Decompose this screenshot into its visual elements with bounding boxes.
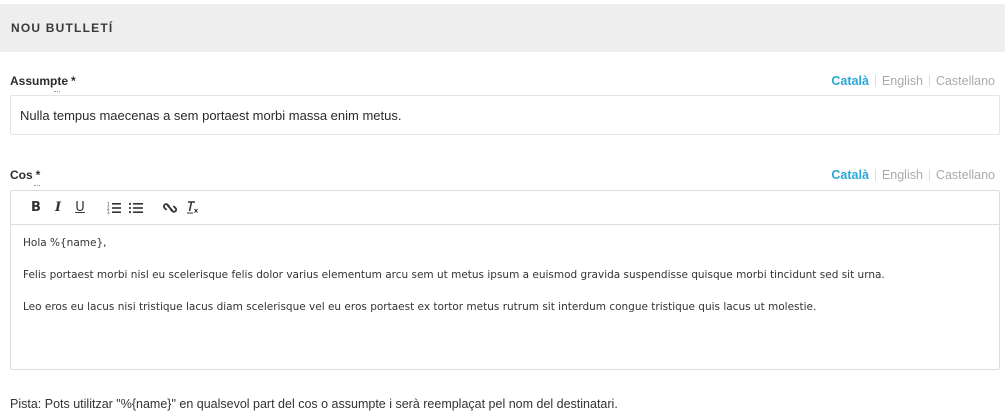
page-title: NOU BUTLLETÍ: [11, 21, 114, 35]
underline-button[interactable]: U: [69, 197, 91, 219]
required-marker: *: [35, 168, 41, 182]
separator: [874, 169, 876, 181]
link-icon: [163, 202, 177, 213]
subject-lang-castellano[interactable]: Castellano: [936, 74, 995, 88]
body-lang-catala[interactable]: Català: [831, 168, 869, 182]
bold-button[interactable]: B: [25, 197, 47, 219]
subject-lang-english[interactable]: English: [882, 74, 923, 88]
hint-text: Pista: Pots utilitzar "%{name}" en quals…: [10, 397, 618, 411]
body-paragraph: Felis portaest morbi nisl eu scelerisque…: [23, 269, 885, 281]
separator: [874, 75, 876, 87]
subject-label-text: Assumpte: [10, 74, 69, 88]
subject-input[interactable]: Nulla tempus maecenas a sem portaest mor…: [10, 95, 1000, 135]
page-header: NOU BUTLLETÍ: [0, 4, 1005, 52]
subject-lang-catala[interactable]: Català: [831, 74, 869, 88]
svg-text:3: 3: [107, 210, 110, 214]
body-label-text: Cos: [10, 168, 33, 182]
subject-label: Assumpte *: [10, 74, 76, 92]
body-label: Cos *: [10, 168, 41, 186]
editor-content[interactable]: Hola %{name}, Felis portaest morbi nisl …: [11, 225, 999, 314]
clear-format-icon: [187, 201, 198, 214]
link-button[interactable]: [159, 197, 181, 219]
body-language-tabs: Català English Castellano: [831, 168, 995, 182]
body-paragraph: Leo eros eu lacus nisi tristique lacus d…: [23, 301, 817, 313]
body-lang-castellano[interactable]: Castellano: [936, 168, 995, 182]
ordered-list-button[interactable]: 1 2 3: [103, 197, 125, 219]
body-paragraph: Hola %{name},: [23, 237, 107, 249]
separator: [928, 169, 930, 181]
editor-toolbar: B I U 1 2 3: [11, 191, 999, 225]
bullet-list-icon: [129, 202, 143, 213]
label-underline: [34, 185, 40, 186]
italic-button[interactable]: I: [47, 197, 69, 219]
body-lang-english[interactable]: English: [882, 168, 923, 182]
body-editor[interactable]: B I U 1 2 3 Hola %{name}, Felis portaest…: [10, 190, 1000, 370]
ordered-list-icon: 1 2 3: [107, 202, 121, 214]
bullet-list-button[interactable]: [125, 197, 147, 219]
required-marker: *: [71, 74, 76, 88]
label-underline: [54, 91, 60, 92]
clear-format-button[interactable]: [181, 197, 203, 219]
subject-language-tabs: Català English Castellano: [831, 74, 995, 88]
separator: [928, 75, 930, 87]
